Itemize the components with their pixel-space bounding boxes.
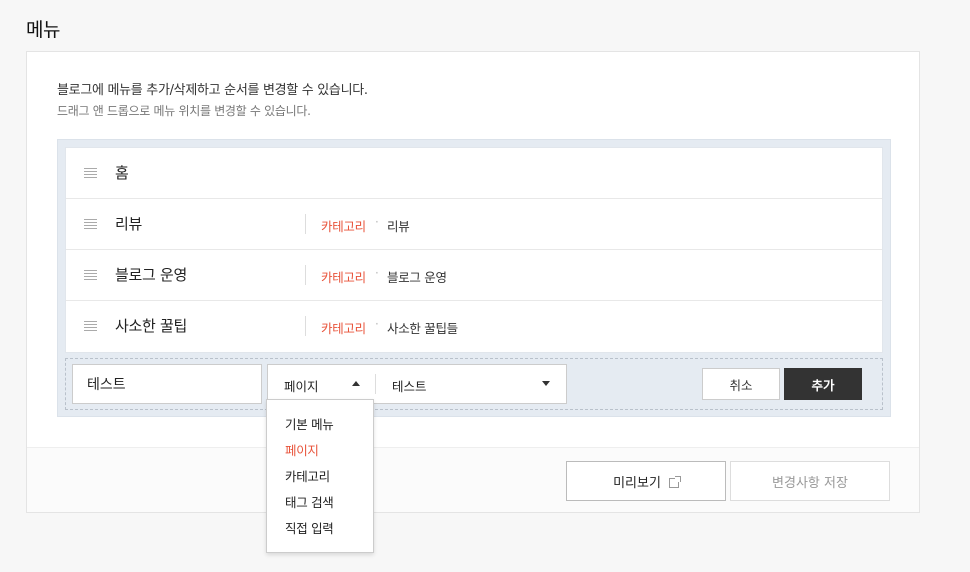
menu-item-target: 리뷰 <box>387 219 410 234</box>
separator-dot: · <box>375 215 379 229</box>
menu-item-type: 카테고리 <box>321 270 366 285</box>
menu-item-name: 홈 <box>115 164 129 182</box>
dropdown-option-direct-input[interactable]: 직접 입력 <box>267 516 373 542</box>
menu-item-tips[interactable]: 사소한 꿀팁 카테고리 · 사소한 꿀팁들 <box>66 301 882 352</box>
dropdown-option-basic-menu[interactable]: 기본 메뉴 <box>267 412 373 438</box>
drag-handle-icon[interactable] <box>84 219 97 229</box>
dropdown-option-tag-search[interactable]: 태그 검색 <box>267 490 373 516</box>
menu-item-type: 카테고리 <box>321 321 366 336</box>
menu-item-blog-operation[interactable]: 블로그 운영 카테고리 · 블로그 운영 <box>66 250 882 301</box>
menu-type-dropdown: 기본 메뉴 페이지 카테고리 태그 검색 직접 입력 <box>266 399 374 553</box>
drag-handle-icon[interactable] <box>84 321 97 331</box>
save-changes-button[interactable]: 변경사항 저장 <box>730 461 890 501</box>
menu-item-target: 블로그 운영 <box>387 270 447 285</box>
drag-handle-icon[interactable] <box>84 270 97 280</box>
menu-list: 홈 리뷰 카테고리 · 리뷰 블로그 운영 카테고리 · 블로그 운영 사소한 … <box>65 147 883 353</box>
row-divider <box>305 316 306 336</box>
menu-select-group: 페이지 테스트 <box>267 364 567 404</box>
add-button[interactable]: 추가 <box>784 368 862 400</box>
menu-target-select[interactable]: 테스트 <box>376 365 566 403</box>
menu-item-name: 리뷰 <box>115 215 143 233</box>
drag-handle-icon[interactable] <box>84 168 97 178</box>
menu-item-type: 카테고리 <box>321 219 366 234</box>
footer-actions: 미리보기 변경사항 저장 <box>27 447 919 512</box>
caret-down-icon <box>542 381 550 386</box>
menu-item-target: 사소한 꿀팁들 <box>387 321 458 336</box>
row-divider <box>305 265 306 285</box>
external-link-icon <box>668 476 681 488</box>
caret-up-icon <box>352 381 360 386</box>
menu-editor: 홈 리뷰 카테고리 · 리뷰 블로그 운영 카테고리 · 블로그 운영 사소한 … <box>57 139 891 417</box>
separator-dot: · <box>375 317 379 331</box>
menu-type-selected: 페이지 <box>284 379 319 394</box>
row-divider <box>305 214 306 234</box>
add-menu-form: 페이지 테스트 취소 추가 <box>65 358 883 410</box>
menu-item-home[interactable]: 홈 <box>66 148 882 199</box>
menu-type-select[interactable]: 페이지 <box>268 365 375 403</box>
cancel-button[interactable]: 취소 <box>702 368 780 400</box>
menu-name-input[interactable] <box>72 364 262 404</box>
menu-item-review[interactable]: 리뷰 카테고리 · 리뷰 <box>66 199 882 250</box>
page-title: 메뉴 <box>26 19 60 41</box>
description-primary: 블로그에 메뉴를 추가/삭제하고 순서를 변경할 수 있습니다. <box>57 83 368 98</box>
preview-button[interactable]: 미리보기 <box>566 461 726 501</box>
preview-label: 미리보기 <box>613 475 661 491</box>
menu-item-name: 블로그 운영 <box>115 266 187 284</box>
dropdown-option-page[interactable]: 페이지 <box>267 438 373 464</box>
menu-settings-panel: 블로그에 메뉴를 추가/삭제하고 순서를 변경할 수 있습니다. 드래그 앤 드… <box>26 51 920 513</box>
description-secondary: 드래그 앤 드롭으로 메뉴 위치를 변경할 수 있습니다. <box>57 104 311 118</box>
menu-target-selected: 테스트 <box>392 379 427 394</box>
separator-dot: · <box>375 266 379 280</box>
menu-item-name: 사소한 꿀팁 <box>115 317 187 335</box>
dropdown-option-category[interactable]: 카테고리 <box>267 464 373 490</box>
